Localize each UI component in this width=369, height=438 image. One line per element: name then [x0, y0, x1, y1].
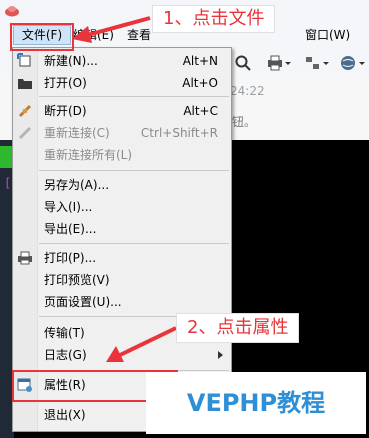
menu-item-label: 打印预览(V) — [44, 273, 110, 287]
menu-item-label: 导出(E)... — [44, 222, 97, 236]
menu-window[interactable]: 窗口(W) — [305, 26, 350, 44]
menu-item-shortcut: Alt+O — [182, 76, 218, 90]
menu-item-label: 重新连接所有(L) — [44, 148, 133, 162]
menu-item-reconnect-all: 重新连接所有(L) — [13, 144, 231, 166]
menu-item-label: 重新连接(C) — [44, 126, 110, 140]
menu-item-shortcut: Alt+N — [182, 54, 218, 68]
printer-icon — [18, 251, 32, 265]
annotation-step2: 2、点击属性 — [176, 313, 300, 343]
search-icon[interactable] — [234, 54, 252, 72]
menu-item-reconnect: 重新连接(C) Ctrl+Shift+R — [13, 122, 231, 144]
menu-item-page-setup[interactable]: 页面设置(U)... — [13, 291, 231, 313]
menu-item-import[interactable]: 导入(I)... — [13, 196, 231, 218]
menu-item-label: 打印(P)... — [44, 251, 97, 265]
menu-item-new[interactable]: 新建(N)... Alt+N — [13, 50, 231, 72]
menu-item-shortcut: Ctrl+Shift+R — [140, 126, 218, 140]
menu-item-print-preview[interactable]: 打印预览(V) — [13, 269, 231, 291]
menu-item-label: 断开(D) — [44, 104, 87, 118]
submenu-arrow-icon — [218, 351, 223, 359]
menu-item-label: 页面设置(U)... — [44, 295, 122, 309]
highlight-box-file — [10, 23, 74, 51]
menu-separator — [39, 96, 229, 97]
globe-dropdown-icon[interactable] — [340, 54, 366, 72]
new-session-icon — [17, 53, 31, 67]
menu-separator — [39, 170, 229, 171]
menu-item-label: 另存为(A)... — [44, 178, 110, 192]
menu-view[interactable]: 查看 — [127, 26, 151, 44]
folder-open-icon — [18, 79, 32, 89]
menu-item-label: 传输(T) — [44, 326, 85, 340]
session-tab-indicator[interactable] — [0, 146, 12, 168]
menu-item-label: 退出(X) — [44, 408, 86, 422]
menu-item-label: 新建(N)... — [44, 54, 98, 68]
menu-item-label: 日志(G) — [44, 348, 87, 362]
menu-item-open[interactable]: 打开(O) Alt+O — [13, 72, 231, 94]
menu-edit[interactable]: 编辑(E) — [73, 26, 114, 44]
hint-text: 钮。 — [232, 115, 257, 129]
menu-separator — [39, 243, 229, 244]
menu-item-disconnect[interactable]: 断开(D) Alt+C — [13, 100, 231, 122]
menu-item-label: 导入(I)... — [44, 200, 93, 214]
menu-item-label: 打开(O) — [44, 76, 87, 90]
session-timestamp: 24:22 — [230, 84, 265, 98]
menu-item-shortcut: Alt+C — [183, 104, 218, 118]
menu-item-log[interactable]: 日志(G) — [13, 344, 231, 366]
menu-item-print[interactable]: 打印(P)... — [13, 247, 231, 269]
reconnect-icon — [18, 126, 32, 140]
watermark: VEPHP教程 — [146, 372, 366, 434]
terminal-prompt: [ — [4, 176, 12, 190]
print-dropdown-icon[interactable] — [266, 54, 292, 72]
app-logo-icon — [5, 6, 19, 17]
menu-item-save-as[interactable]: 另存为(A)... — [13, 174, 231, 196]
annotation-step1: 1、点击文件 — [152, 5, 276, 33]
disconnect-icon — [18, 104, 32, 118]
transfer-dropdown-icon[interactable] — [304, 54, 330, 72]
menu-item-export[interactable]: 导出(E)... — [13, 218, 231, 240]
